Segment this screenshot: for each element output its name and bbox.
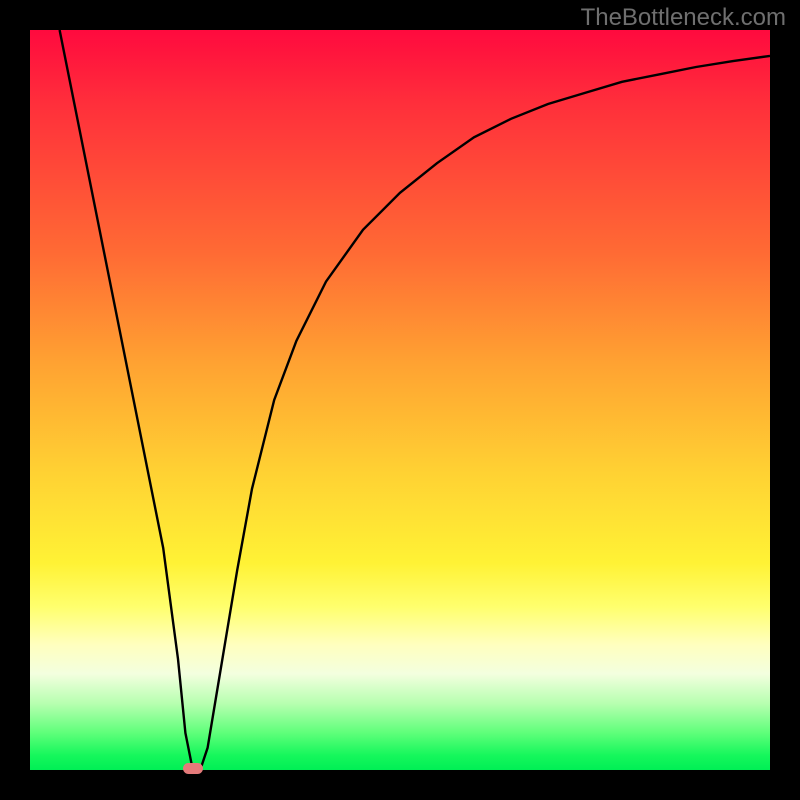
chart-frame: TheBottleneck.com [0,0,800,800]
curve-svg [30,30,770,770]
optimal-marker [183,763,203,774]
watermark-text: TheBottleneck.com [581,4,786,32]
bottleneck-curve [60,30,770,770]
plot-area [30,30,770,770]
